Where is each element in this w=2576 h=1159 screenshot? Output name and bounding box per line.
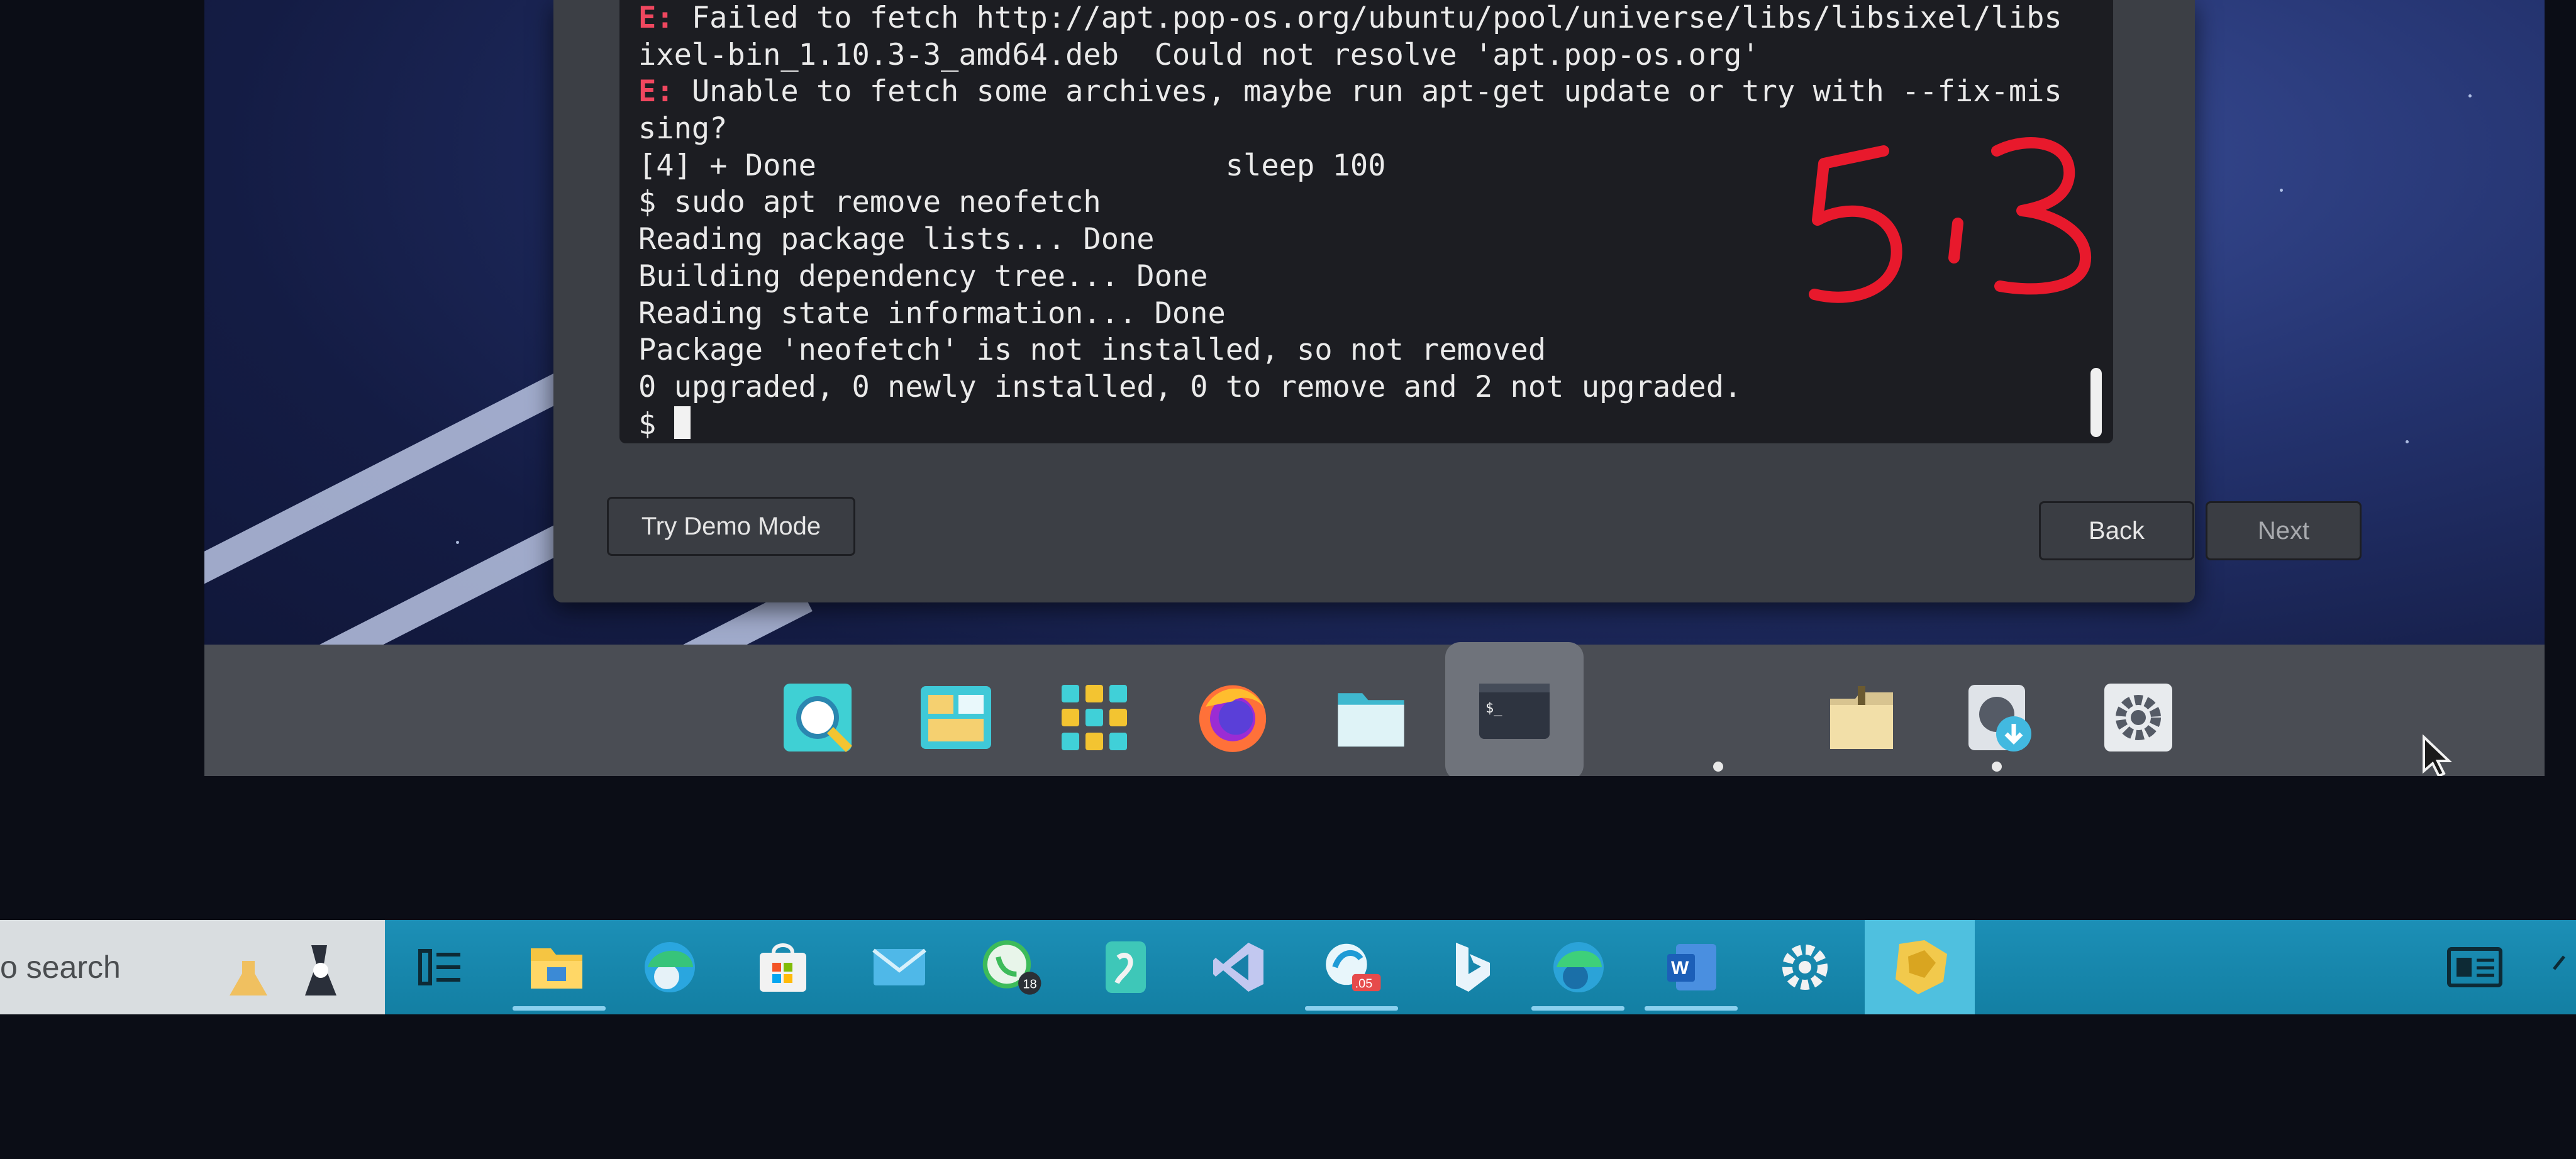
news-widget-icon[interactable] [2446, 946, 2503, 988]
app-active-indicator [1305, 1006, 1398, 1011]
dock: $_ [204, 642, 2545, 776]
svg-text:$_: $_ [1485, 701, 1502, 716]
prompt-line[interactable]: $ [638, 406, 2113, 443]
terminal-line-text: sing? [638, 111, 728, 147]
word-icon[interactable]: W [1660, 936, 1723, 999]
search-highlight-illustration-icon [230, 945, 336, 995]
terminal-running-indicator [1713, 762, 1723, 772]
terminal-line-text: Reading state information... Done [638, 296, 1226, 331]
app-badge-text: .05 [1355, 977, 1373, 991]
prompt-symbol: $ [638, 406, 657, 441]
terminal-line: E: Failed to fetch http://apt.pop-os.org… [638, 0, 2113, 37]
search-placeholder: o search [0, 950, 121, 985]
visual-studio-icon[interactable] [1208, 936, 1270, 999]
archive-manager-icon[interactable] [1824, 680, 1899, 755]
terminal-line-text: [4] + Done sleep 100 [638, 148, 1386, 183]
file-explorer-icon[interactable] [525, 936, 588, 999]
microsoft-store-icon[interactable] [752, 936, 814, 999]
edge-icon[interactable] [1547, 936, 1610, 999]
back-button[interactable]: Back [2039, 501, 2194, 560]
virtualbox-icon [1896, 940, 1947, 994]
terminal-line-text: Package 'neofetch' is not installed, so … [638, 333, 1546, 368]
terminal-line: 0 upgraded, 0 newly installed, 0 to remo… [638, 369, 2113, 406]
word-active-indicator [1645, 1006, 1738, 1011]
file-explorer-active-indicator [513, 1006, 606, 1011]
terminal-icon[interactable]: $_ [1445, 642, 1584, 776]
terminal-line: ixel-bin_1.10.3-3_amd64.deb Could not re… [638, 37, 2113, 74]
chevron-up-icon[interactable] [2550, 950, 2575, 975]
edge-beta-icon[interactable] [638, 936, 701, 999]
terminal-line-text: $ sudo apt remove neofetch [638, 185, 1101, 220]
whatsapp-icon[interactable]: 18 [981, 936, 1044, 999]
task-view-icon[interactable] [409, 936, 472, 999]
terminal-line-text: Building dependency tree... Done [638, 258, 1208, 294]
error-prefix: E: [638, 74, 674, 109]
whatsapp-badge-count: 18 [1023, 978, 1036, 992]
error-prefix: E: [638, 1, 674, 35]
terminal-line-text: 0 upgraded, 0 newly installed, 0 to remo… [638, 369, 1742, 404]
search-app-icon[interactable] [780, 680, 855, 755]
terminal-line: E: Unable to fetch some archives, maybe … [638, 74, 2113, 111]
files-icon[interactable] [1333, 680, 1409, 755]
terminal-scrollbar[interactable] [2090, 368, 2102, 437]
mail-icon[interactable] [868, 936, 931, 999]
mouse-pointer-icon [2423, 735, 2453, 776]
windows-taskbar: o search 18 .05 W [0, 920, 2576, 1014]
terminal-line: Package 'neofetch' is not installed, so … [638, 332, 2113, 369]
installer-icon[interactable] [1962, 680, 2038, 755]
app-grid-icon[interactable] [1057, 680, 1132, 755]
try-demo-mode-button[interactable]: Try Demo Mode [607, 497, 855, 556]
installer-running-indicator [1992, 762, 2002, 772]
workspaces-icon[interactable] [918, 680, 994, 755]
settings-icon[interactable] [2101, 680, 2176, 755]
handwritten-annotation [1809, 137, 2092, 303]
terminal-line-text: Failed to fetch http://apt.pop-os.org/ub… [674, 1, 2062, 35]
terminal-line-text: Unable to fetch some archives, maybe run… [674, 74, 2062, 109]
vm-desktop: E: Failed to fetch http://apt.pop-os.org… [204, 0, 2545, 776]
terminal-line-text: Reading package lists... Done [638, 222, 1155, 257]
terminal-line-text: ixel-bin_1.10.3-3_amd64.deb Could not re… [638, 37, 1760, 72]
taskbar-search-box[interactable]: o search [0, 920, 385, 1014]
firefox-icon[interactable] [1195, 680, 1270, 755]
text-cursor [674, 406, 691, 439]
settings-gear-icon[interactable] [1774, 936, 1836, 999]
vm-app-active-tile[interactable] [1865, 920, 1975, 1014]
bing-icon[interactable] [1434, 936, 1497, 999]
next-button[interactable]: Next [2206, 501, 2362, 560]
phone-link-icon[interactable] [1094, 936, 1157, 999]
word-letter: W [1671, 958, 1689, 979]
app-badge-icon[interactable]: .05 [1321, 936, 1384, 999]
edge-active-indicator [1531, 1006, 1624, 1011]
